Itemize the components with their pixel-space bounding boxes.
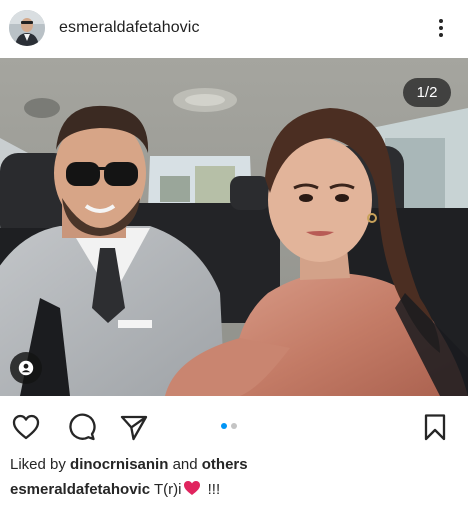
person-tag-icon[interactable]	[10, 352, 42, 384]
post-caption: esmeraldafetahovic T(r)i !!!	[10, 480, 220, 500]
like-glyph	[12, 414, 40, 440]
bookmark-outline-icon[interactable]	[420, 412, 450, 442]
car-selfie-image	[0, 58, 468, 396]
post-username[interactable]: esmeraldafetahovic	[59, 19, 200, 37]
save-glyph	[424, 414, 446, 441]
likes-others-link[interactable]: others	[202, 456, 248, 473]
likes-summary: Liked by dinocrnisanin and others	[10, 456, 248, 473]
caption-suffix: !!!	[207, 481, 221, 498]
caption-text: T(r)i	[153, 481, 182, 498]
more-dot	[439, 26, 443, 30]
caption-username[interactable]: esmeraldafetahovic	[10, 481, 150, 498]
likes-prefix: Liked by	[10, 456, 66, 473]
post-actions	[0, 396, 468, 456]
carousel-dot-active	[221, 423, 227, 429]
more-dot	[439, 33, 443, 37]
paper-plane-icon[interactable]	[119, 412, 149, 442]
liked-by-username[interactable]: dinocrnisanin	[70, 456, 168, 473]
carousel-dot	[231, 423, 237, 429]
carousel-counter: 1/2	[403, 78, 451, 107]
heart-outline-icon[interactable]	[11, 412, 41, 442]
more-dot	[439, 19, 443, 23]
comment-glyph	[69, 413, 96, 441]
post-header: esmeraldafetahovic	[0, 0, 468, 58]
carousel-indicator	[221, 423, 237, 429]
comment-bubble-icon[interactable]	[66, 412, 96, 442]
red-heart-emoji	[183, 480, 201, 500]
avatar-photo	[9, 10, 45, 46]
more-vertical-icon[interactable]	[430, 14, 452, 42]
avatar[interactable]	[9, 10, 45, 46]
post-photo[interactable]: 1/2	[0, 58, 468, 396]
share-glyph	[120, 415, 148, 441]
heart-emoji-glyph	[184, 481, 201, 495]
likes-connector: and	[172, 456, 198, 473]
person-tag-glyph	[18, 360, 34, 376]
